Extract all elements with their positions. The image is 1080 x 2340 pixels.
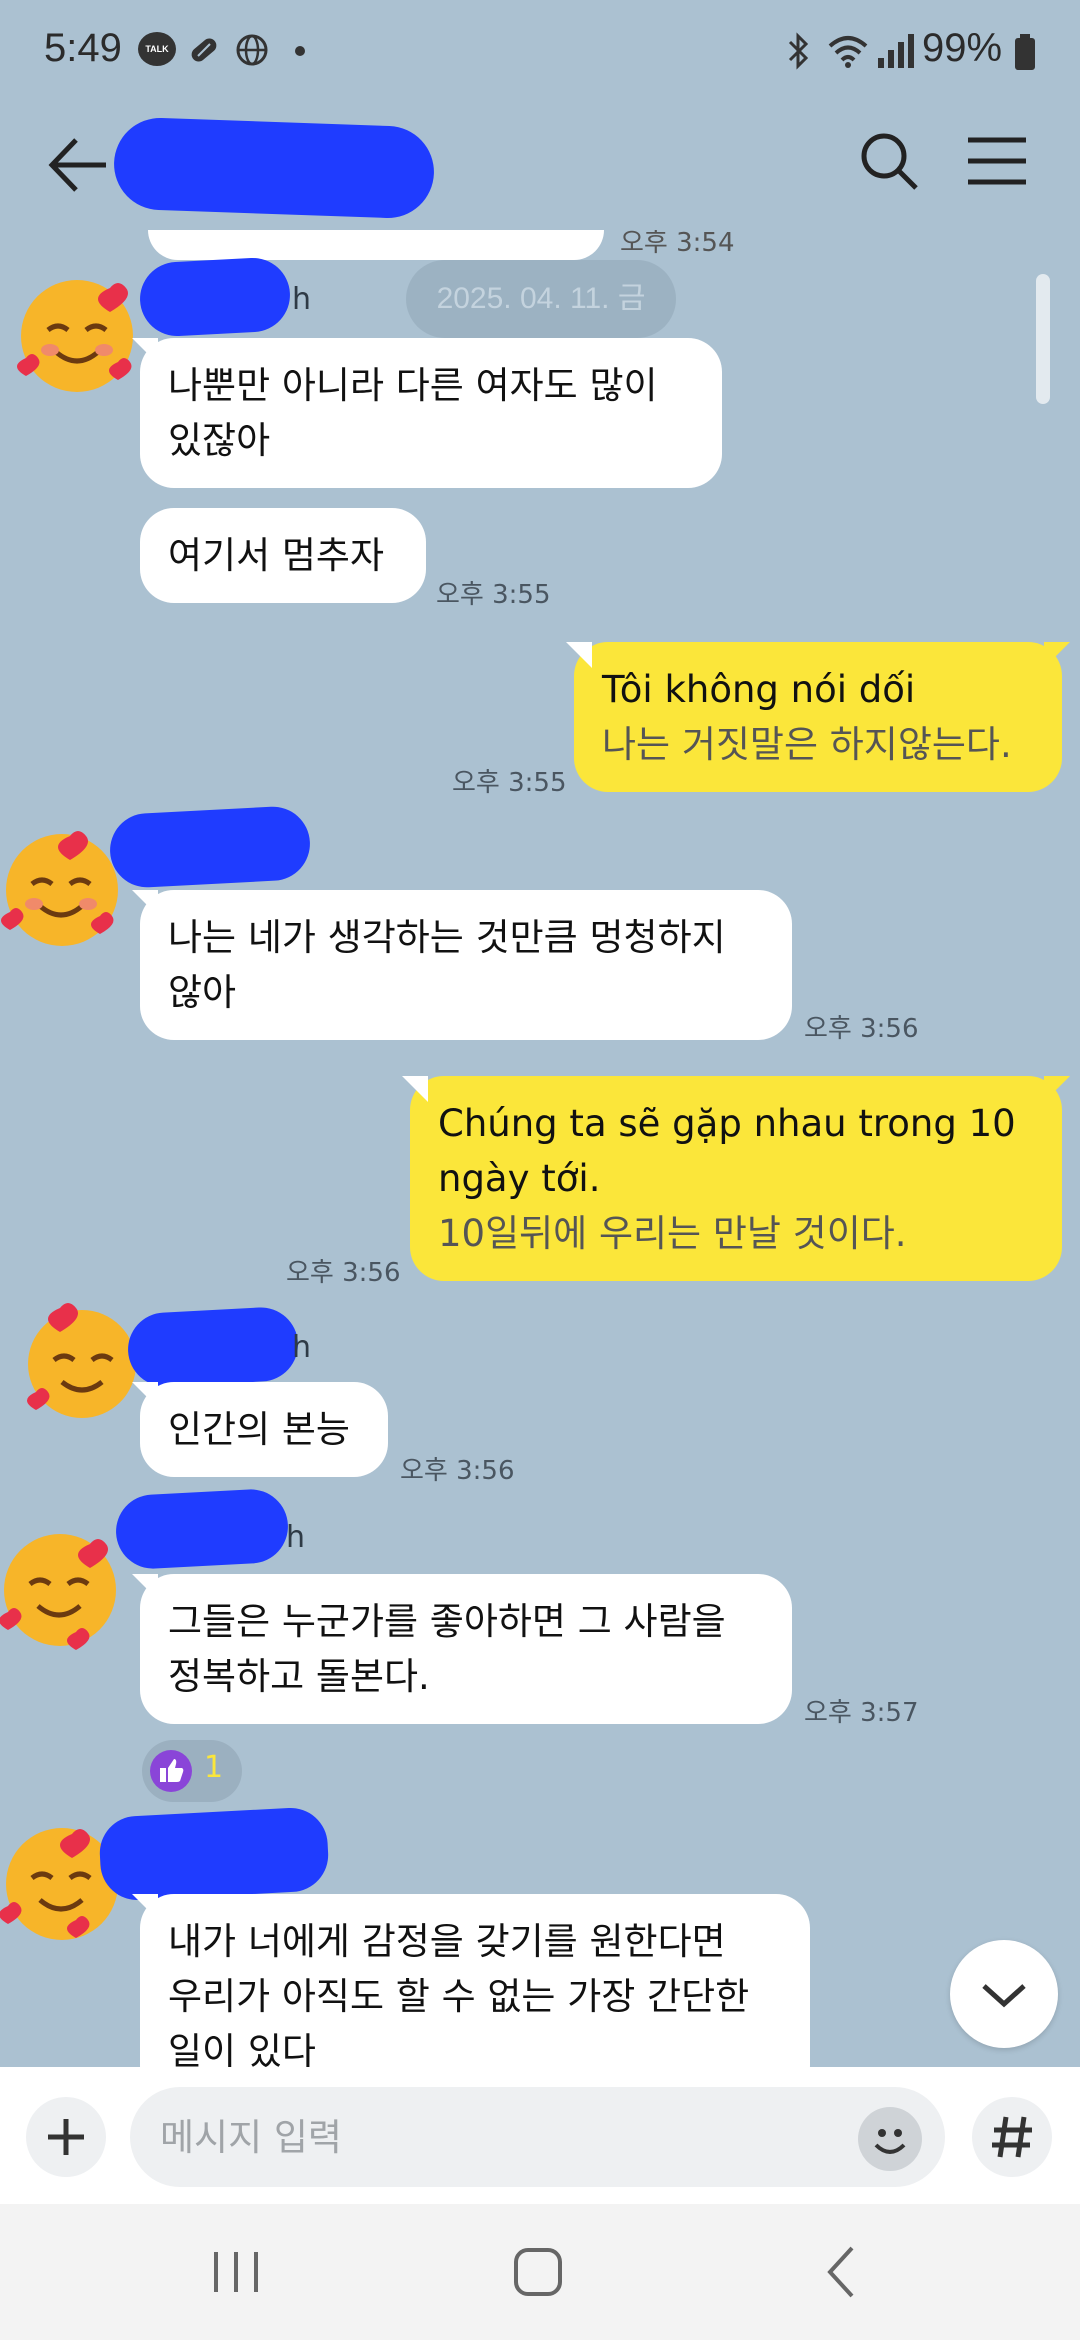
chat-header [0, 100, 1080, 230]
partial-message-bubble [148, 230, 604, 260]
pill-icon [191, 38, 217, 62]
avatar-emoji[interactable] [16, 1294, 146, 1424]
avatar-emoji[interactable] [0, 1520, 130, 1650]
message-time: 오후 3:57 [804, 1698, 919, 1728]
emoji-icon [874, 2129, 906, 2154]
kakaotalk-notification-icon: TALK [138, 32, 176, 66]
battery-icon [1015, 34, 1035, 70]
search-icon[interactable] [854, 126, 924, 196]
sender-name-suffix: h [292, 282, 312, 317]
hamburger-menu-icon[interactable] [964, 128, 1030, 194]
message-bubble[interactable]: 나는 네가 생각하는 것만큼 멍청하지 않아 [140, 890, 792, 1040]
hash-button[interactable] [972, 2097, 1052, 2177]
back-nav-icon[interactable] [802, 2242, 882, 2302]
my-message-bubble[interactable]: Tôi không nói dối 나는 거짓말은 하지않는다. [574, 642, 1062, 792]
chat-title-redacted [112, 116, 436, 220]
sender-name-redacted [108, 804, 312, 890]
signal-icon [878, 34, 914, 68]
message-bubble[interactable]: 그들은 누군가를 좋아하면 그 사람을 정복하고 돌본다. [140, 1574, 792, 1724]
status-time: 5:49 [44, 26, 122, 70]
chat-messages[interactable]: 오후 3:54 2025. 04. 11. 금 h 나뿐만 아니라 다른 여자도… [0, 230, 1080, 2067]
emoji-button[interactable] [858, 2107, 922, 2171]
message-bubble[interactable]: 여기서 멈추자 [140, 508, 426, 603]
reaction-count: 1 [204, 1750, 224, 1785]
message-time: 오후 3:56 [804, 1014, 919, 1044]
message-time: 오후 3:54 [620, 230, 735, 258]
battery-percent: 99% [922, 26, 1003, 70]
sender-name-redacted [97, 1806, 331, 1902]
home-icon[interactable] [498, 2242, 578, 2302]
message-bubble[interactable]: 내가 너에게 감정을 갖기를 원한다면 우리가 아직도 할 수 없는 가장 간단… [140, 1894, 810, 2067]
recent-apps-icon[interactable] [196, 2242, 276, 2302]
message-input[interactable] [130, 2087, 945, 2187]
scroll-to-bottom-button[interactable] [950, 1940, 1058, 2048]
hash-icon [992, 2116, 1032, 2158]
globe-icon [236, 34, 268, 66]
message-time: 오후 3:56 [286, 1258, 401, 1288]
message-bubble[interactable]: 나뿐만 아니라 다른 여자도 많이 있잖아 [140, 338, 722, 488]
sender-name-redacted [138, 256, 292, 338]
avatar-emoji[interactable] [12, 266, 142, 396]
date-divider: 2025. 04. 11. 금 [406, 260, 676, 338]
scrollbar[interactable] [1036, 274, 1050, 404]
my-message-bubble[interactable]: Chúng ta sẽ gặp nhau trong 10 ngày tới. … [410, 1076, 1062, 1281]
sender-name-redacted [126, 1305, 300, 1389]
sender-name-redacted [114, 1487, 290, 1571]
message-bubble[interactable]: 인간의 본능 [140, 1382, 388, 1477]
sender-name-suffix: h [286, 1520, 306, 1555]
notification-dot-icon [295, 46, 305, 56]
chevron-down-icon [982, 1984, 1026, 2008]
thumbs-up-icon [150, 1750, 192, 1792]
bluetooth-icon [788, 32, 809, 70]
wifi-icon [828, 36, 868, 68]
sender-name-suffix: h [292, 1330, 312, 1365]
status-bar: 5:49 TALK 99% [0, 0, 1080, 100]
reaction-chip[interactable]: 1 [142, 1740, 242, 1802]
message-time: 오후 3:55 [436, 580, 551, 610]
message-input-bar [0, 2067, 1080, 2204]
arrow-left-icon[interactable] [44, 130, 114, 200]
message-time: 오후 3:55 [452, 768, 567, 798]
plus-button[interactable] [26, 2097, 106, 2177]
message-time: 오후 3:56 [400, 1456, 515, 1486]
plus-icon [48, 2119, 84, 2155]
system-nav-bar [0, 2204, 1080, 2340]
